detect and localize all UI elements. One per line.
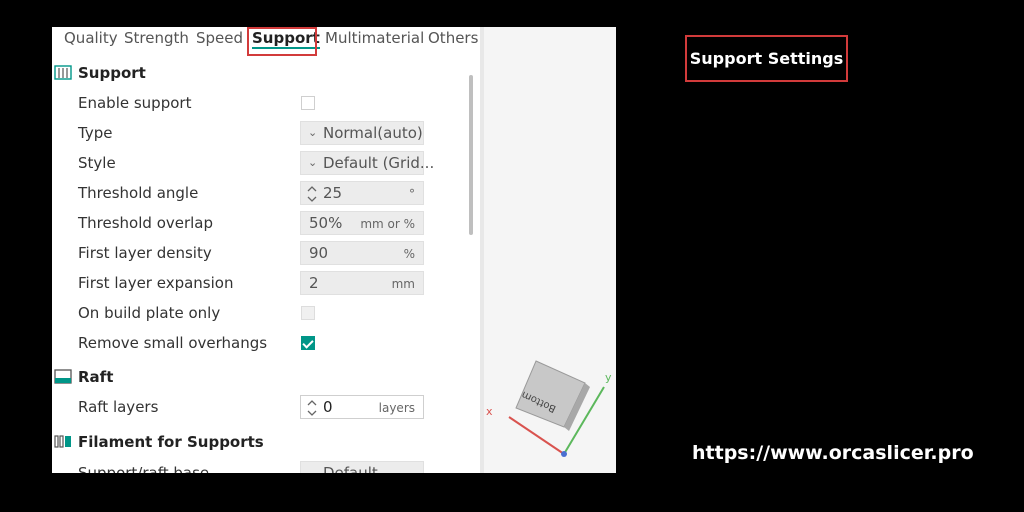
chevron-down-icon: ⌄ (308, 126, 318, 139)
tab-quality[interactable]: Quality (64, 29, 118, 47)
view-cube[interactable]: Bottom x y (484, 27, 616, 473)
spinner-arrows-icon[interactable] (306, 397, 318, 419)
row-on-build-plate-only: On build plate only (52, 299, 472, 327)
raft-layers-label: Raft layers (78, 398, 159, 416)
threshold-overlap-value: 50% (309, 214, 343, 232)
chevron-down-icon: ⌄ (308, 466, 318, 473)
row-remove-small-overhangs: Remove small overhangs (52, 329, 472, 357)
threshold-overlap-unit: mm or % (360, 217, 415, 231)
row-first-layer-density: First layer density 90 % (52, 239, 472, 267)
on-build-plate-only-checkbox[interactable] (301, 306, 315, 320)
filament-section-icon (54, 435, 71, 448)
support-section-icon (54, 65, 72, 80)
first-layer-expansion-label: First layer expansion (78, 274, 234, 292)
remove-small-overhangs-label: Remove small overhangs (78, 334, 268, 352)
axis-y-label: y (605, 371, 612, 384)
threshold-angle-input[interactable]: 25 ° (300, 181, 424, 205)
row-enable-support: Enable support (52, 89, 472, 117)
3d-viewport[interactable]: Bottom x y (484, 27, 616, 473)
settings-tabs: Quality Strength Speed Support Multimate… (52, 27, 480, 56)
first-layer-density-unit: % (403, 247, 415, 261)
threshold-angle-unit: ° (409, 187, 415, 201)
on-build-plate-only-label: On build plate only (78, 304, 221, 322)
chevron-down-icon: ⌄ (308, 156, 318, 169)
orca-settings-panel: Quality Strength Speed Support Multimate… (52, 27, 616, 473)
style-value: Default (Grid... (323, 154, 435, 172)
type-label: Type (78, 124, 113, 142)
section-raft-title: Raft (78, 368, 114, 386)
type-value: Normal(auto) (323, 124, 423, 142)
support-tab-highlight-box (247, 27, 317, 56)
style-select[interactable]: ⌄ Default (Grid... (300, 151, 434, 175)
spinner-arrows-icon[interactable] (306, 183, 318, 205)
row-threshold-angle: Threshold angle 25 ° (52, 179, 472, 207)
row-raft-layers: Raft layers 0 layers (52, 393, 472, 421)
section-support-title: Support (78, 64, 146, 82)
enable-support-checkbox[interactable] (301, 96, 315, 110)
raft-section-icon (54, 369, 72, 384)
tab-others[interactable]: Others (428, 29, 478, 47)
row-style: Style ⌄ Default (Grid... (52, 149, 472, 177)
threshold-angle-value: 25 (323, 184, 343, 202)
threshold-angle-label: Threshold angle (78, 184, 199, 202)
first-layer-expansion-unit: mm (391, 277, 415, 291)
axis-origin-dot (561, 451, 567, 457)
support-raft-base-value: Default (323, 464, 378, 473)
row-first-layer-expansion: First layer expansion 2 mm (52, 269, 472, 297)
section-filament-header: Filament for Supports (52, 430, 472, 456)
enable-support-label: Enable support (78, 94, 192, 112)
support-settings-callout: Support Settings (685, 35, 848, 82)
remove-small-overhangs-checkbox[interactable] (301, 336, 315, 350)
first-layer-expansion-value: 2 (309, 274, 319, 292)
first-layer-density-value: 90 (309, 244, 329, 262)
row-type: Type ⌄ Normal(auto) (52, 119, 472, 147)
tab-speed[interactable]: Speed (196, 29, 243, 47)
section-raft-header: Raft (52, 365, 472, 391)
support-raft-base-select[interactable]: ⌄ Default (300, 461, 424, 473)
section-support-header: Support (52, 61, 472, 87)
threshold-overlap-label: Threshold overlap (78, 214, 214, 232)
row-support-raft-base: Support/raft base ⌄ Default (52, 459, 472, 473)
type-select[interactable]: ⌄ Normal(auto) (300, 121, 424, 145)
tab-multimaterial[interactable]: Multimaterial (325, 29, 424, 47)
raft-layers-value: 0 (323, 398, 333, 416)
tab-strength[interactable]: Strength (124, 29, 189, 47)
threshold-overlap-input[interactable]: 50% mm or % (300, 211, 424, 235)
section-filament-title: Filament for Supports (78, 433, 264, 451)
settings-scrollbar[interactable] (469, 75, 473, 235)
settings-pane: Quality Strength Speed Support Multimate… (52, 27, 480, 473)
first-layer-density-label: First layer density (78, 244, 212, 262)
first-layer-expansion-input[interactable]: 2 mm (300, 271, 424, 295)
row-threshold-overlap: Threshold overlap 50% mm or % (52, 209, 472, 237)
raft-layers-unit: layers (378, 401, 415, 415)
style-label: Style (78, 154, 116, 172)
support-raft-base-label: Support/raft base (78, 464, 210, 473)
raft-layers-input[interactable]: 0 layers (300, 395, 424, 419)
axis-x-label: x (486, 405, 493, 418)
first-layer-density-input[interactable]: 90 % (300, 241, 424, 265)
website-url: https://www.orcaslicer.pro (692, 442, 974, 464)
